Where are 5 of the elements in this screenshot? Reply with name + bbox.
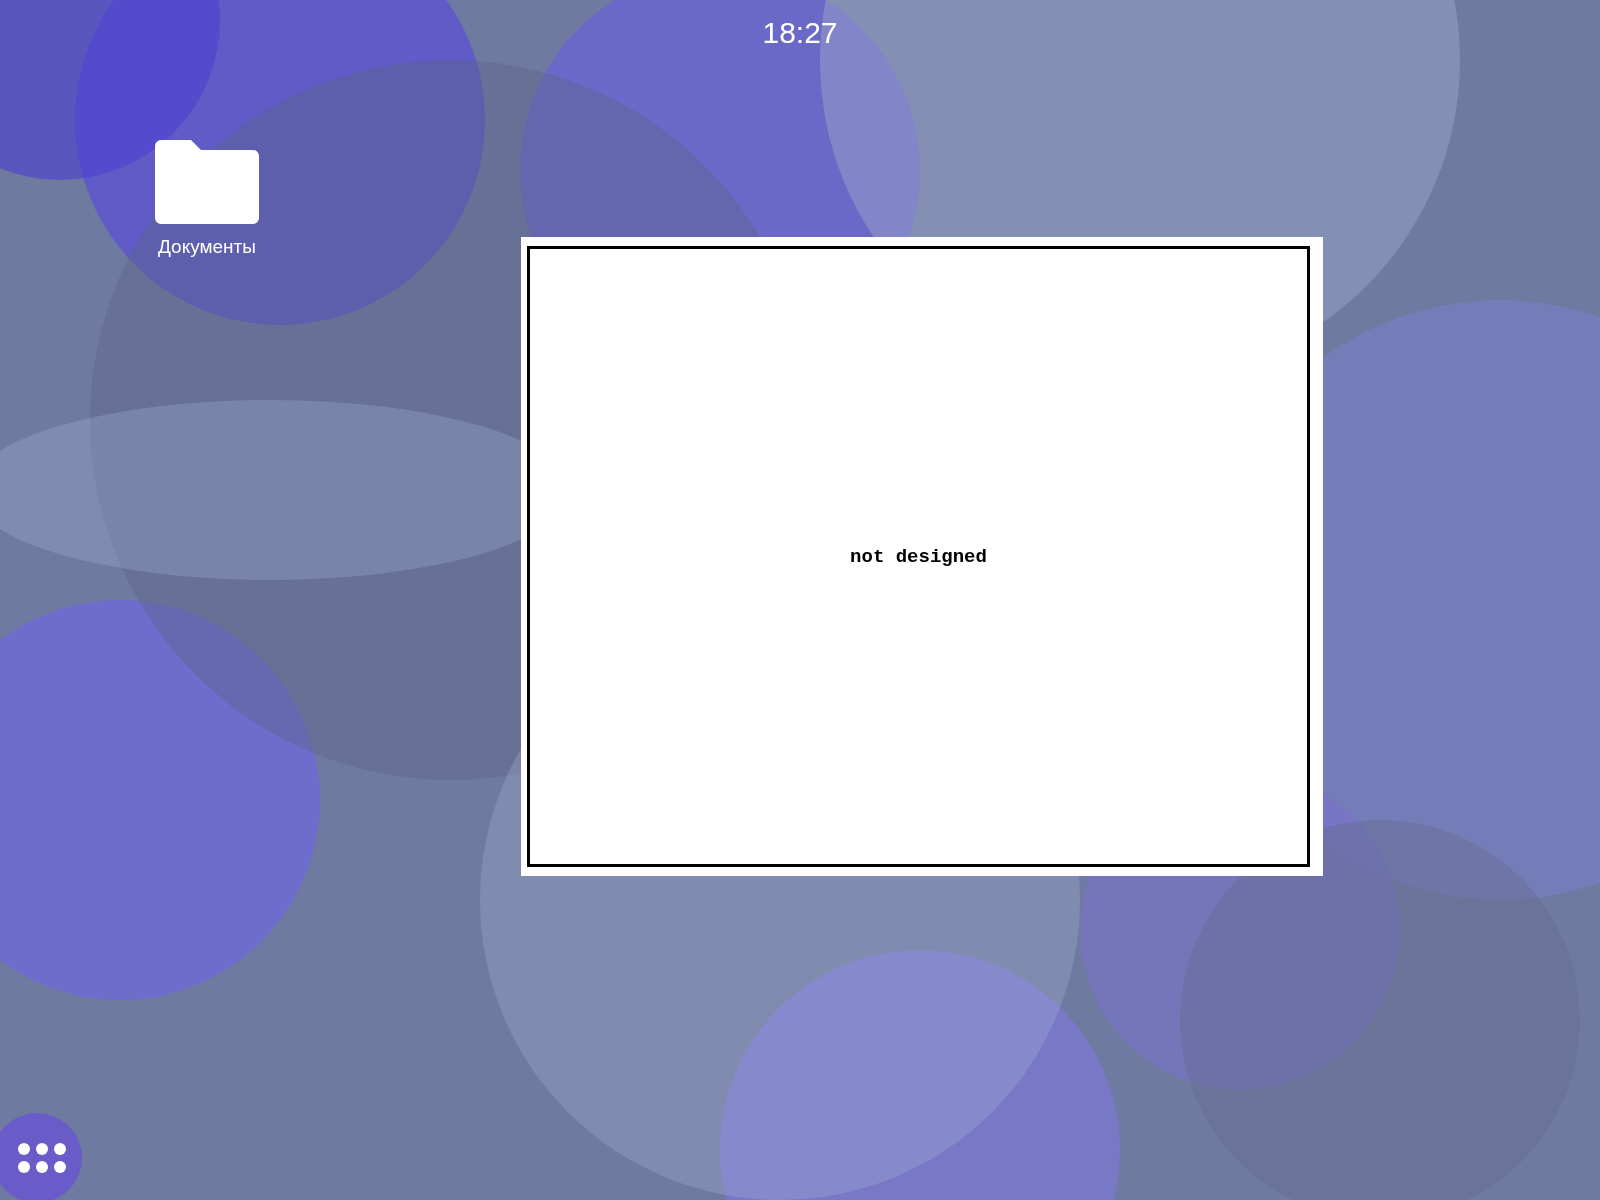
- dialog-message: not designed: [850, 545, 987, 568]
- app-grid-icon: [16, 1142, 68, 1174]
- clock: 18:27: [761, 16, 839, 50]
- folder-icon[interactable]: [155, 140, 259, 224]
- desktop-icon-label[interactable]: Документы: [158, 236, 256, 258]
